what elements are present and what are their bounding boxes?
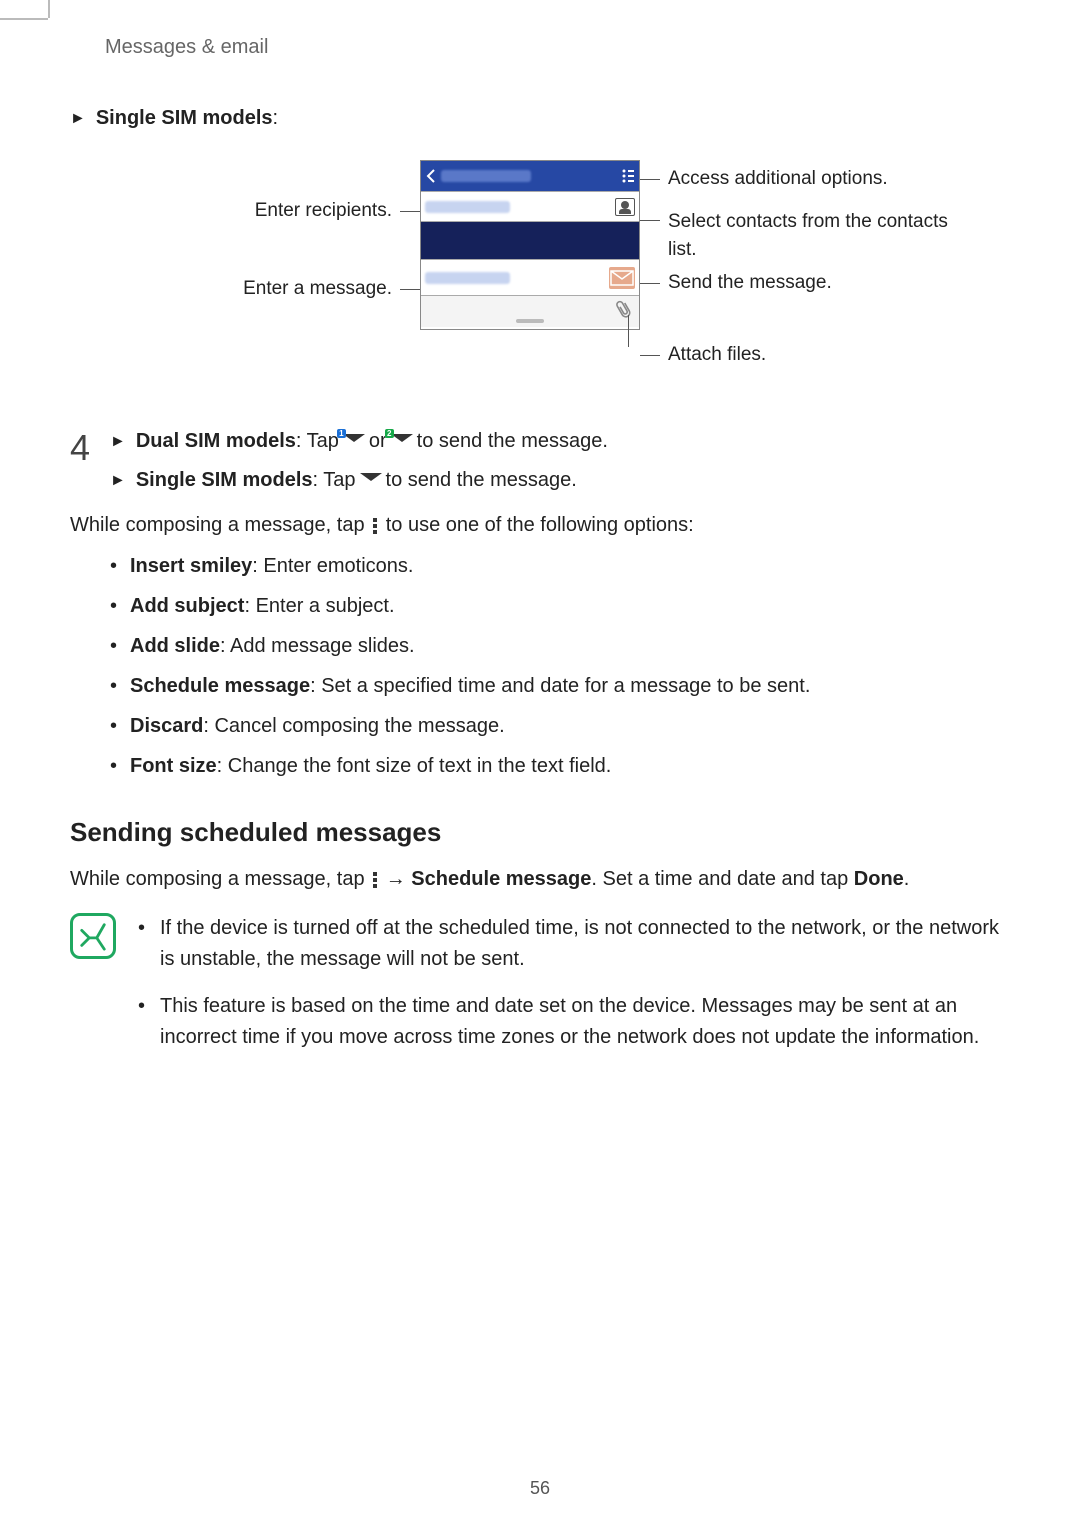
text: to send the message. bbox=[417, 430, 608, 453]
option-title: Discard bbox=[130, 715, 203, 737]
scheduled-heading: Sending scheduled messages bbox=[70, 817, 1010, 848]
text: : Tap bbox=[313, 469, 356, 492]
callout-recipients-text: Enter recipients. bbox=[255, 200, 392, 222]
callout-send-text: Send the message. bbox=[668, 272, 832, 294]
option-title: Add slide bbox=[130, 635, 220, 657]
drag-handle-icon bbox=[516, 319, 544, 323]
crop-mark-vertical bbox=[48, 0, 50, 18]
connector-line bbox=[628, 315, 629, 347]
triangle-bullet-icon: ► bbox=[70, 110, 86, 128]
recipients-row bbox=[421, 191, 639, 221]
option-desc: : Cancel composing the message. bbox=[203, 715, 504, 737]
note-item: This feature is based on the time and da… bbox=[138, 991, 1010, 1053]
compose-diagram: Enter recipients. Enter a message. Acces… bbox=[70, 160, 1010, 390]
callout-attach: Attach files. bbox=[640, 344, 766, 366]
option-insert-smiley: Insert smiley: Enter emoticons. bbox=[110, 551, 1010, 581]
single-sim-label2: Single SIM models bbox=[136, 469, 313, 492]
more-menu-icon bbox=[372, 516, 378, 536]
scheduled-para: While composing a message, tap → Schedul… bbox=[70, 864, 1010, 895]
callout-options-text: Access additional options. bbox=[668, 168, 888, 190]
schedule-link-text: Schedule message bbox=[411, 868, 591, 890]
option-add-subject: Add subject: Enter a subject. bbox=[110, 591, 1010, 621]
option-title: Schedule message bbox=[130, 675, 310, 697]
text: While composing a message, tap bbox=[70, 868, 370, 890]
text: to use one of the following options: bbox=[380, 514, 694, 536]
option-add-slide: Add slide: Add message slides. bbox=[110, 631, 1010, 661]
text: . bbox=[904, 868, 910, 890]
dual-sim-line: ► Dual SIM models: Tap 1 or 2 to send th… bbox=[110, 430, 1010, 453]
single-sim-line: ► Single SIM models: Tap to send the mes… bbox=[110, 469, 1010, 492]
option-discard: Discard: Cancel composing the message. bbox=[110, 711, 1010, 741]
option-desc: : Set a specified time and date for a me… bbox=[310, 675, 810, 697]
message-placeholder-blur bbox=[425, 272, 510, 284]
recipients-placeholder-blur bbox=[425, 201, 510, 213]
single-sim-intro: ► Single SIM models: bbox=[70, 107, 1010, 130]
callout-contacts-text: Select contacts from the contacts list. bbox=[668, 208, 968, 263]
send-icon bbox=[609, 267, 635, 289]
page-number: 56 bbox=[0, 1478, 1080, 1499]
callout-message: Enter a message. bbox=[70, 278, 420, 300]
step-number: 4 bbox=[70, 430, 110, 466]
send-icon bbox=[360, 473, 382, 489]
callout-recipients: Enter recipients. bbox=[70, 200, 420, 222]
callout-options: Access additional options. bbox=[640, 168, 888, 190]
phone-mock bbox=[420, 160, 640, 330]
arrow-text: → bbox=[380, 868, 411, 890]
compose-options-intro: While composing a message, tap to use on… bbox=[70, 510, 1010, 541]
attach-row bbox=[421, 295, 639, 327]
option-title: Insert smiley bbox=[130, 555, 252, 577]
phone-titlebar bbox=[421, 161, 639, 191]
paperclip-icon bbox=[612, 297, 638, 327]
send-sim1-icon: 1 bbox=[343, 434, 365, 450]
contacts-icon bbox=[615, 198, 635, 216]
manual-page: Messages & email ► Single SIM models: bbox=[0, 0, 1080, 1527]
back-icon bbox=[425, 168, 531, 184]
note-item: If the device is turned off at the sched… bbox=[138, 913, 1010, 975]
callout-message-text: Enter a message. bbox=[243, 278, 392, 300]
triangle-bullet-icon: ► bbox=[110, 433, 126, 451]
triangle-bullet-icon: ► bbox=[110, 472, 126, 490]
message-row bbox=[421, 259, 639, 295]
more-icon bbox=[621, 168, 635, 184]
option-desc: : Enter emoticons. bbox=[252, 555, 413, 577]
note-block: If the device is turned off at the sched… bbox=[70, 913, 1010, 1069]
callout-send: Send the message. bbox=[640, 272, 832, 294]
options-list: Insert smiley: Enter emoticons. Add subj… bbox=[110, 551, 1010, 781]
text: : Tap bbox=[296, 430, 339, 453]
callout-attach-text: Attach files. bbox=[668, 344, 766, 366]
single-sim-label: Single SIM models bbox=[96, 107, 273, 130]
phone-title-blur bbox=[441, 170, 531, 182]
option-schedule: Schedule message: Set a specified time a… bbox=[110, 671, 1010, 701]
crop-mark-horizontal bbox=[0, 18, 48, 20]
note-icon bbox=[70, 913, 116, 959]
done-text: Done bbox=[854, 868, 904, 890]
text: While composing a message, tap bbox=[70, 514, 370, 536]
text: . Set a time and date and tap bbox=[591, 868, 853, 890]
step-4: 4 ► Dual SIM models: Tap 1 or 2 to send … bbox=[70, 430, 1010, 492]
option-desc: : Add message slides. bbox=[220, 635, 415, 657]
more-menu-icon bbox=[372, 870, 378, 890]
option-title: Add subject bbox=[130, 595, 244, 617]
option-desc: : Enter a subject. bbox=[244, 595, 394, 617]
running-header: Messages & email bbox=[105, 36, 1010, 59]
send-sim2-icon: 2 bbox=[391, 434, 413, 450]
callout-contacts: Select contacts from the contacts list. bbox=[640, 208, 968, 263]
text: to send the message. bbox=[386, 469, 577, 492]
note-list: If the device is turned off at the sched… bbox=[138, 913, 1010, 1069]
dual-sim-label: Dual SIM models bbox=[136, 430, 296, 453]
option-desc: : Change the font size of text in the te… bbox=[217, 755, 612, 777]
dark-spacer bbox=[421, 221, 639, 259]
option-font-size: Font size: Change the font size of text … bbox=[110, 751, 1010, 781]
option-title: Font size bbox=[130, 755, 217, 777]
colon: : bbox=[273, 107, 279, 130]
